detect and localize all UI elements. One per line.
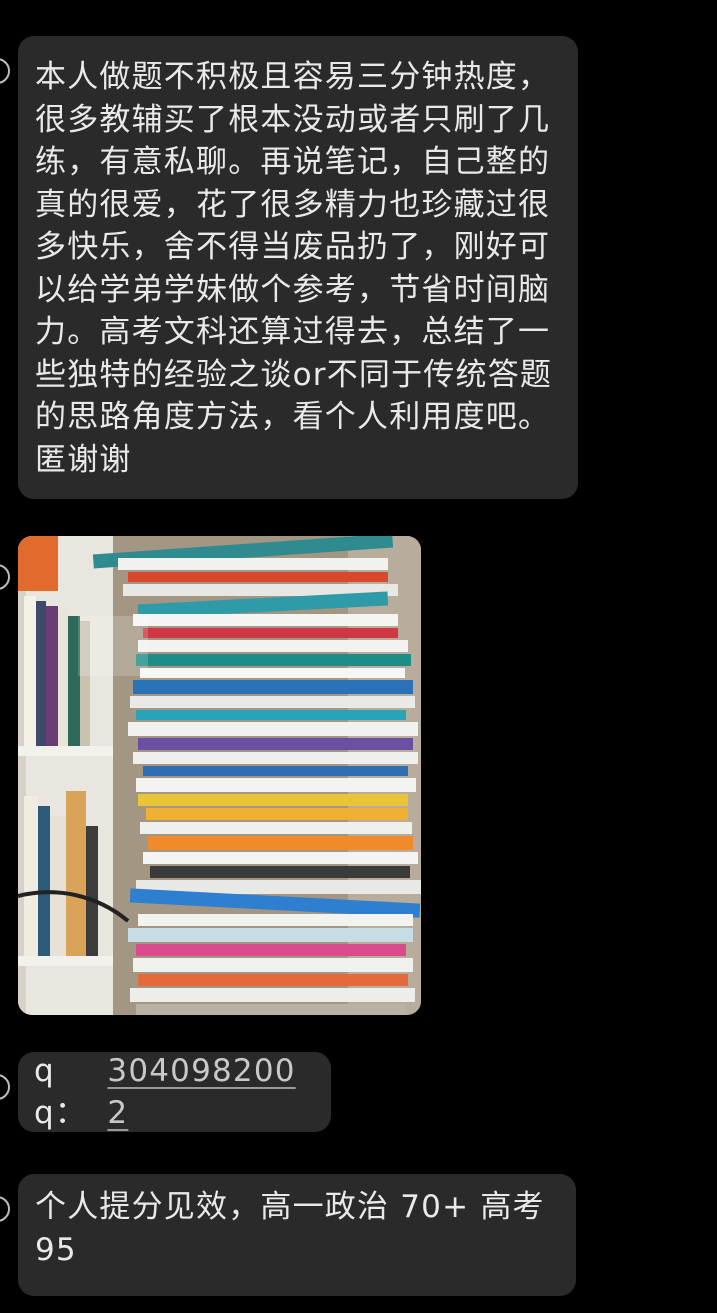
message-photo[interactable]: [18, 536, 421, 1015]
message-text: 个人提分见效，高一政治 70+ 高考95: [35, 1189, 545, 1268]
sender-avatar[interactable]: [0, 1196, 10, 1222]
sender-avatar[interactable]: [0, 58, 10, 84]
qq-number-link[interactable]: 3040982002: [107, 1050, 315, 1135]
qq-label: qq：: [34, 1052, 88, 1132]
sender-avatar[interactable]: [0, 1074, 10, 1100]
message-bubble[interactable]: 本人做题不积极且容易三分钟热度，很多教辅买了根本没动或者只刷了几练，有意私聊。再…: [18, 36, 578, 499]
message-bubble[interactable]: 个人提分见效，高一政治 70+ 高考95: [18, 1174, 576, 1296]
textbook-stack-photo: [18, 536, 421, 1015]
sender-avatar[interactable]: [0, 564, 10, 590]
message-text: 本人做题不积极且容易三分钟热度，很多教辅买了根本没动或者只刷了几练，有意私聊。再…: [35, 59, 553, 478]
contact-bubble[interactable]: qq： 3040982002: [18, 1052, 331, 1132]
